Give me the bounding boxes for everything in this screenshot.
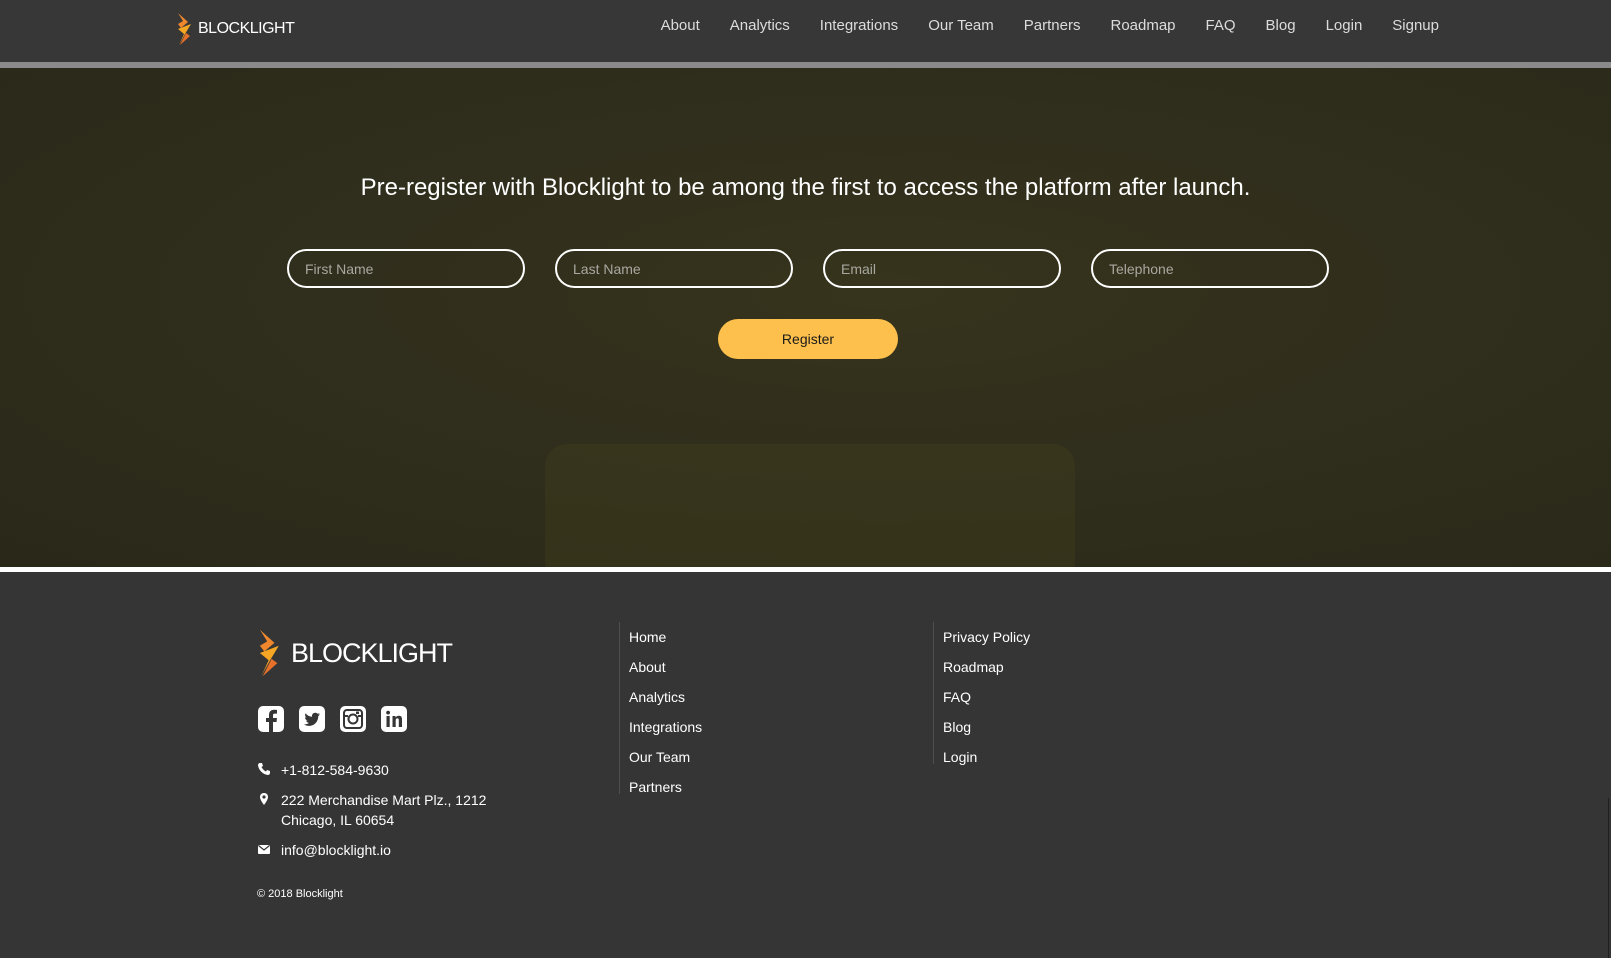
telephone-input[interactable]	[1091, 249, 1329, 288]
nav-about[interactable]: About	[661, 17, 700, 34]
instagram-icon[interactable]	[339, 705, 367, 733]
nav-partners[interactable]: Partners	[1024, 17, 1081, 34]
footer-link-faq[interactable]: FAQ	[943, 682, 1030, 712]
blocklight-logo-icon	[178, 13, 191, 45]
last-name-input[interactable]	[555, 249, 793, 288]
nav-analytics[interactable]: Analytics	[730, 17, 790, 34]
footer-link-home[interactable]: Home	[629, 622, 702, 652]
contact-info: +1-812-584-9630 222 Merchandise Mart Plz…	[257, 760, 486, 870]
map-pin-icon	[257, 790, 281, 808]
contact-email[interactable]: info@blocklight.io	[281, 840, 391, 860]
nav-integrations[interactable]: Integrations	[820, 17, 898, 34]
footer-brand-wordmark: BLOCKLIGHT	[291, 637, 453, 668]
footer-logo[interactable]: BLOCKLIGHT	[257, 625, 453, 681]
header-logo[interactable]: BLOCKLIGHT	[176, 12, 295, 46]
contact-address: 222 Merchandise Mart Plz., 1212 Chicago,…	[281, 790, 486, 830]
footer-link-our-team[interactable]: Our Team	[629, 742, 702, 772]
footer-link-partners[interactable]: Partners	[629, 772, 702, 802]
linkedin-icon[interactable]	[380, 705, 408, 733]
contact-address-row: 222 Merchandise Mart Plz., 1212 Chicago,…	[257, 790, 486, 830]
contact-phone-row: +1-812-584-9630	[257, 760, 486, 780]
social-links	[257, 705, 408, 733]
background-device-shape	[545, 444, 1075, 567]
twitter-icon[interactable]	[298, 705, 326, 733]
nav-login[interactable]: Login	[1326, 17, 1363, 34]
nav-signup[interactable]: Signup	[1392, 17, 1439, 34]
preregister-form	[287, 249, 1329, 288]
blocklight-logo-icon	[259, 629, 279, 677]
nav-faq[interactable]: FAQ	[1206, 17, 1236, 34]
footer-link-about[interactable]: About	[629, 652, 702, 682]
footer-link-blog[interactable]: Blog	[943, 712, 1030, 742]
email-input[interactable]	[823, 249, 1061, 288]
brand-wordmark: BLOCKLIGHT	[198, 20, 295, 37]
footer-link-login[interactable]: Login	[943, 742, 1030, 772]
footer-link-privacy-policy[interactable]: Privacy Policy	[943, 622, 1030, 652]
site-header: BLOCKLIGHT About Analytics Integrations …	[0, 0, 1611, 62]
envelope-icon	[257, 840, 281, 858]
footer-links-primary: Home About Analytics Integrations Our Te…	[619, 622, 702, 795]
main-nav: About Analytics Integrations Our Team Pa…	[631, 17, 1439, 34]
contact-email-row: info@blocklight.io	[257, 840, 486, 860]
page-edge-divider	[1608, 798, 1609, 958]
footer-link-analytics[interactable]: Analytics	[629, 682, 702, 712]
nav-blog[interactable]: Blog	[1266, 17, 1296, 34]
nav-our-team[interactable]: Our Team	[928, 17, 994, 34]
address-line-2: Chicago, IL 60654	[281, 812, 395, 828]
copyright-text: © 2018 Blocklight	[257, 888, 343, 900]
footer-links-secondary: Privacy Policy Roadmap FAQ Blog Login	[933, 622, 1030, 765]
footer-link-integrations[interactable]: Integrations	[629, 712, 702, 742]
address-line-1: 222 Merchandise Mart Plz., 1212	[281, 792, 487, 808]
preregister-title: Pre-register with Blocklight to be among…	[360, 174, 1251, 201]
first-name-input[interactable]	[287, 249, 525, 288]
phone-icon	[257, 760, 281, 778]
register-button[interactable]: Register	[718, 319, 898, 359]
footer-link-roadmap[interactable]: Roadmap	[943, 652, 1030, 682]
section-divider	[0, 567, 1611, 572]
preregister-section: Pre-register with Blocklight to be among…	[0, 68, 1611, 567]
nav-roadmap[interactable]: Roadmap	[1110, 17, 1175, 34]
facebook-icon[interactable]	[257, 705, 285, 733]
contact-phone[interactable]: +1-812-584-9630	[281, 760, 389, 780]
